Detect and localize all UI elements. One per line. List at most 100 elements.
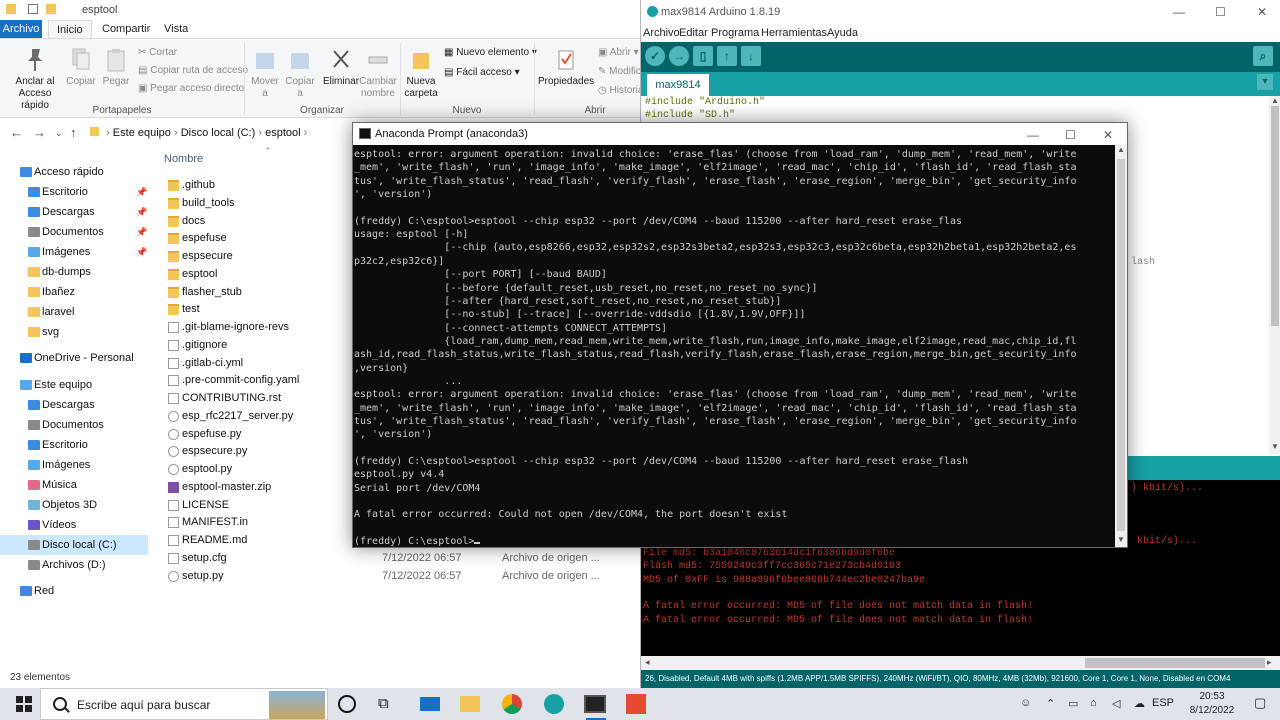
nav-item[interactable]: Documentos 📌 xyxy=(0,222,148,242)
save-sketch-icon[interactable]: ↓ xyxy=(741,46,761,66)
cortana-icon[interactable] xyxy=(338,695,356,713)
folder-icon[interactable] xyxy=(46,4,56,14)
file-row[interactable]: setup.py 7/12/2022 06:57 Archivo de origen… xyxy=(160,567,640,585)
scroll-right-icon[interactable]: ▸ xyxy=(1267,657,1272,668)
breadcrumb-item[interactable]: Este equipo xyxy=(113,127,171,139)
notifications-icon[interactable]: ▢ xyxy=(1254,695,1266,711)
language-indicator[interactable]: ESP xyxy=(1152,697,1174,709)
scroll-down-icon[interactable]: ▼ xyxy=(1117,535,1125,544)
battery-icon[interactable]: ▭ xyxy=(1068,697,1078,710)
paste-shortcut-button[interactable]: ▣ Pegar acceso directo xyxy=(138,83,244,94)
editor-scrollbar[interactable]: ▲ ▼ xyxy=(1269,96,1280,454)
terminal-output[interactable]: esptool: error: argument operation: inva… xyxy=(353,145,1115,547)
editor-scroll-thumb[interactable] xyxy=(1271,106,1279,326)
tab-compartir[interactable]: Compartir xyxy=(94,20,158,38)
sketch-tab[interactable]: max9814 xyxy=(647,74,709,96)
upload-icon[interactable]: → xyxy=(669,46,689,66)
nav-item[interactable]: Red xyxy=(0,581,148,601)
file-row[interactable]: setup.cfg 7/12/2022 06:57 Archivo de orige… xyxy=(160,549,640,567)
terminal-icon[interactable] xyxy=(584,695,606,713)
chrome-icon[interactable] xyxy=(502,694,522,714)
nav-item[interactable]: Ibañez xyxy=(0,282,148,302)
properties-button[interactable]: Propiedades xyxy=(538,47,594,88)
close-icon[interactable]: ✕ xyxy=(1257,5,1267,19)
file-explorer-icon[interactable] xyxy=(460,696,480,712)
column-header-name[interactable]: Nombre xyxy=(164,153,203,165)
checkbox-icon[interactable] xyxy=(28,4,38,14)
move-to-button[interactable]: Mover a xyxy=(248,47,282,100)
breadcrumb-item[interactable]: esptool xyxy=(265,127,300,139)
nav-item[interactable]: db-dumps xyxy=(0,262,148,282)
nav-item[interactable]: Acceso rápido xyxy=(0,162,148,182)
close-icon[interactable]: ✕ xyxy=(1103,128,1113,142)
minimize-icon[interactable]: — xyxy=(1027,128,1039,142)
history-button[interactable]: ◷ Historia xyxy=(598,85,643,96)
arduino-icon[interactable] xyxy=(544,694,564,714)
mail-icon[interactable] xyxy=(420,697,440,711)
nav-item[interactable]: Imágenes xyxy=(0,455,148,475)
tab-menu-chevron-icon[interactable]: ▾ xyxy=(1257,74,1273,90)
nav-item[interactable]: Disco local (C:) xyxy=(0,535,148,555)
nav-item[interactable]: Archivos (D:) xyxy=(0,555,148,575)
scroll-up-icon[interactable]: ▲ xyxy=(1271,96,1279,105)
open-sketch-icon[interactable]: ↑ xyxy=(717,46,737,66)
up-arrow-icon[interactable]: ↑ xyxy=(70,125,77,140)
menu-programa[interactable]: Programa xyxy=(711,27,759,39)
scroll-up-icon[interactable]: ▲ xyxy=(1117,145,1125,154)
nav-item[interactable]: Descargas 📌 xyxy=(0,202,148,222)
volume-icon[interactable]: ◁ xyxy=(1112,697,1120,710)
recent-chevron-icon[interactable]: ⌄ xyxy=(55,128,63,139)
menu-archivo[interactable]: Archivo xyxy=(643,27,680,39)
scroll-left-icon[interactable]: ◂ xyxy=(645,657,650,668)
tab-archivo[interactable]: Archivo xyxy=(0,20,42,38)
nav-item[interactable]: Descargas xyxy=(0,395,148,415)
nav-item[interactable]: OneDrive - Personal xyxy=(0,348,148,368)
menu-editar[interactable]: Editar xyxy=(679,27,708,39)
verify-icon[interactable]: ✓ xyxy=(645,46,665,66)
console-horizontal-scrollbar[interactable]: ◂ ▸ xyxy=(641,656,1280,670)
breadcrumb-item[interactable]: Disco local (C:) xyxy=(181,127,256,139)
nav-item[interactable]: Escritorio 📌 xyxy=(0,182,148,202)
windows-start-icon[interactable] xyxy=(16,696,32,712)
easy-access-button[interactable]: ▤ Fácil acceso ▾ xyxy=(444,67,520,78)
taskbar-search-box[interactable]: Escribe aquí para buscar xyxy=(40,688,328,720)
rename-button[interactable]: Cambiar nombre xyxy=(358,47,398,100)
nav-item[interactable]: Documentos xyxy=(0,415,148,435)
nav-item[interactable]: laravel xyxy=(0,302,148,322)
paste-button[interactable]: Pegar xyxy=(100,47,132,88)
maximize-icon[interactable]: ☐ xyxy=(1065,128,1076,142)
task-view-icon[interactable]: ⧉ xyxy=(378,694,398,714)
nav-item[interactable]: svg xyxy=(0,322,148,342)
menu-herramientas[interactable]: Herramientas xyxy=(761,27,827,39)
modify-button[interactable]: ✎ Modific xyxy=(598,66,641,77)
new-sketch-icon[interactable]: ▯ xyxy=(693,46,713,66)
back-arrow-icon[interactable]: ← xyxy=(10,125,23,140)
app-icon[interactable] xyxy=(626,694,646,714)
delete-button[interactable]: Eliminar xyxy=(322,47,360,88)
nav-item[interactable]: Escritorio xyxy=(0,435,148,455)
tab-vista[interactable]: Vista xyxy=(156,20,196,38)
nav-item[interactable]: Este equipo xyxy=(0,375,148,395)
open-button[interactable]: ▣ Abrir ▾ xyxy=(598,47,639,58)
network-icon[interactable]: ⌂ xyxy=(1090,697,1097,709)
new-item-button[interactable]: ▦ Nuevo elemento ▾ xyxy=(444,47,537,58)
forward-arrow-icon[interactable]: → xyxy=(33,125,46,140)
console-scroll-thumb[interactable] xyxy=(1085,658,1265,668)
copy-path-button[interactable]: ▤ Copiar ruta de acceso xyxy=(138,65,248,76)
taskbar-clock[interactable]: 20:53 8/12/2022 xyxy=(1180,690,1244,718)
minimize-icon[interactable]: — xyxy=(1173,5,1185,19)
people-icon[interactable]: ☺ xyxy=(1020,697,1031,709)
onedrive-icon[interactable]: ☁ xyxy=(1134,697,1145,710)
terminal-scroll-thumb[interactable] xyxy=(1117,159,1125,531)
copy-to-button[interactable]: Copiar a xyxy=(284,47,316,100)
new-folder-button[interactable]: Nueva carpeta xyxy=(402,47,440,100)
maximize-icon[interactable]: ☐ xyxy=(1215,5,1226,19)
terminal-scrollbar[interactable]: ▲ ▼ xyxy=(1115,145,1127,547)
nav-item[interactable]: Imágenes 📌 xyxy=(0,242,148,262)
menu-ayuda[interactable]: Ayuda xyxy=(827,27,858,39)
nav-item[interactable]: Vídeos xyxy=(0,515,148,535)
cut-button[interactable]: ✂ Cortar xyxy=(138,47,177,58)
scroll-down-icon[interactable]: ▼ xyxy=(1271,442,1279,451)
nav-item[interactable]: Objetos 3D xyxy=(0,495,148,515)
breadcrumb[interactable]: › Este equipo › Disco local (C:) › espto… xyxy=(90,124,360,142)
